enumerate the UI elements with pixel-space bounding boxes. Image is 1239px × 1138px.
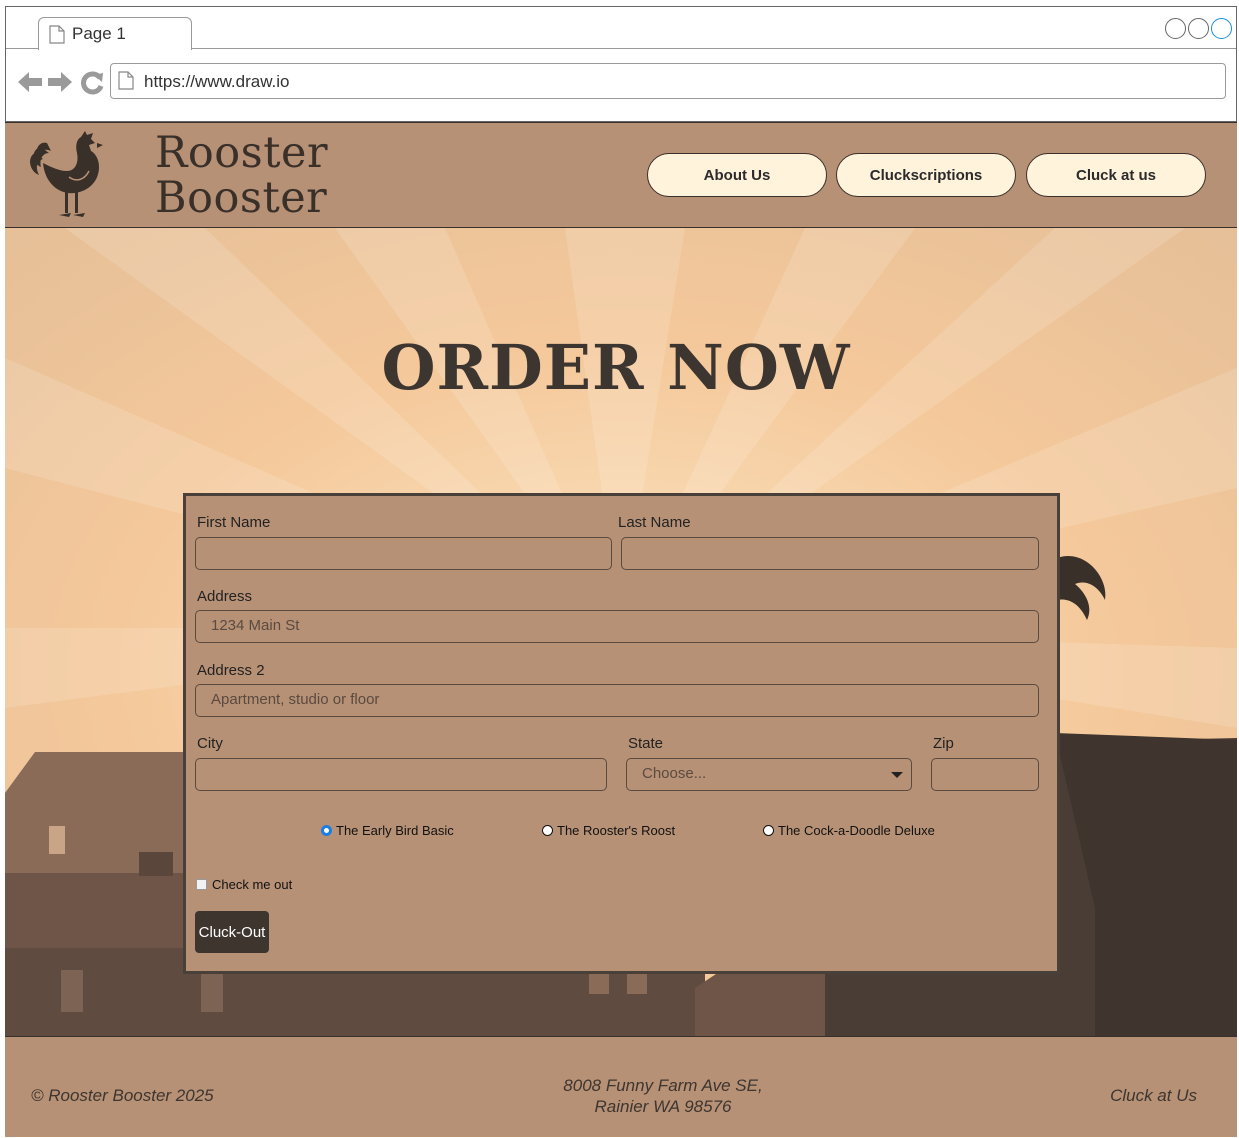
radio-unselected-icon — [763, 825, 774, 836]
page-icon — [118, 71, 134, 90]
footer-address: 8008 Funny Farm Ave SE, Rainier WA 98576 — [535, 1075, 791, 1117]
nav-about-us-button[interactable]: About Us — [647, 153, 827, 197]
chevron-down-icon — [891, 772, 903, 778]
site-footer: © Rooster Booster 2025 8008 Funny Farm A… — [5, 1036, 1237, 1137]
state-select[interactable]: Choose... — [626, 758, 912, 791]
cluck-out-button[interactable]: Cluck-Out — [195, 911, 269, 953]
rooster-logo-icon — [30, 131, 103, 217]
check-me-out-checkbox[interactable]: Check me out — [196, 877, 292, 892]
address-line-2: Rainier WA 98576 — [594, 1097, 732, 1116]
city-label: City — [197, 735, 223, 752]
browser-tab-bar: Page 1 — [6, 7, 1236, 50]
browser-toolbar: https://www.draw.io — [6, 49, 1236, 122]
url-text: https://www.draw.io — [144, 72, 290, 91]
nav-cluck-at-us-button[interactable]: Cluck at us — [1026, 153, 1206, 197]
maximize-button[interactable] — [1188, 18, 1209, 39]
zip-label: Zip — [933, 735, 954, 752]
checkbox-icon — [196, 879, 207, 890]
copyright-text: © Rooster Booster 2025 — [31, 1086, 214, 1105]
address-label: Address — [197, 588, 253, 605]
footer-contact-link[interactable]: Cluck at Us — [1110, 1086, 1197, 1106]
reload-icon[interactable] — [80, 71, 104, 95]
plan-radio-roosters-roost[interactable]: The Rooster's Roost — [542, 823, 675, 838]
plan-label: The Cock-a-Doodle Deluxe — [778, 823, 935, 838]
brand-name[interactable]: Rooster Booster — [155, 131, 328, 221]
address-bar[interactable]: https://www.draw.io — [110, 63, 1226, 99]
state-label: State — [628, 735, 664, 752]
brand-line-2: Booster — [155, 173, 328, 223]
address-input[interactable]: 1234 Main St — [195, 610, 1039, 643]
address2-label: Address 2 — [197, 662, 265, 679]
logo[interactable] — [5, 123, 137, 227]
nav-cluckscriptions-button[interactable]: Cluckscriptions — [836, 153, 1016, 197]
radio-selected-icon — [321, 825, 332, 836]
first-name-input[interactable] — [195, 537, 612, 570]
window-controls — [1165, 18, 1232, 39]
plan-label: The Rooster's Roost — [557, 823, 676, 838]
plan-radio-deluxe[interactable]: The Cock-a-Doodle Deluxe — [763, 823, 935, 838]
zip-input[interactable] — [931, 758, 1039, 791]
last-name-label: Last Name — [618, 514, 691, 531]
site-header: Rooster Booster About Us Cluckscriptions… — [5, 122, 1237, 228]
radio-unselected-icon — [542, 825, 553, 836]
page-title: ORDER NOW — [381, 331, 851, 404]
back-arrow-icon[interactable] — [18, 71, 42, 93]
checkbox-label: Check me out — [212, 877, 293, 892]
plan-label: The Early Bird Basic — [336, 823, 454, 838]
browser-tab[interactable]: Page 1 — [38, 17, 192, 50]
brand-line-1: Rooster — [155, 128, 329, 178]
forward-arrow-icon[interactable] — [48, 71, 72, 93]
address2-input[interactable]: Apartment, studio or floor — [195, 684, 1039, 717]
state-select-value: Choose... — [642, 765, 707, 782]
first-name-label: First Name — [197, 514, 271, 531]
minimize-button[interactable] — [1165, 18, 1186, 39]
page-icon — [49, 25, 65, 44]
plan-radio-early-bird[interactable]: The Early Bird Basic — [321, 823, 454, 838]
last-name-input[interactable] — [621, 537, 1039, 570]
tab-label: Page 1 — [72, 24, 126, 43]
close-button[interactable] — [1211, 18, 1232, 39]
address-line-1: 8008 Funny Farm Ave SE, — [563, 1076, 763, 1095]
city-input[interactable] — [195, 758, 607, 791]
